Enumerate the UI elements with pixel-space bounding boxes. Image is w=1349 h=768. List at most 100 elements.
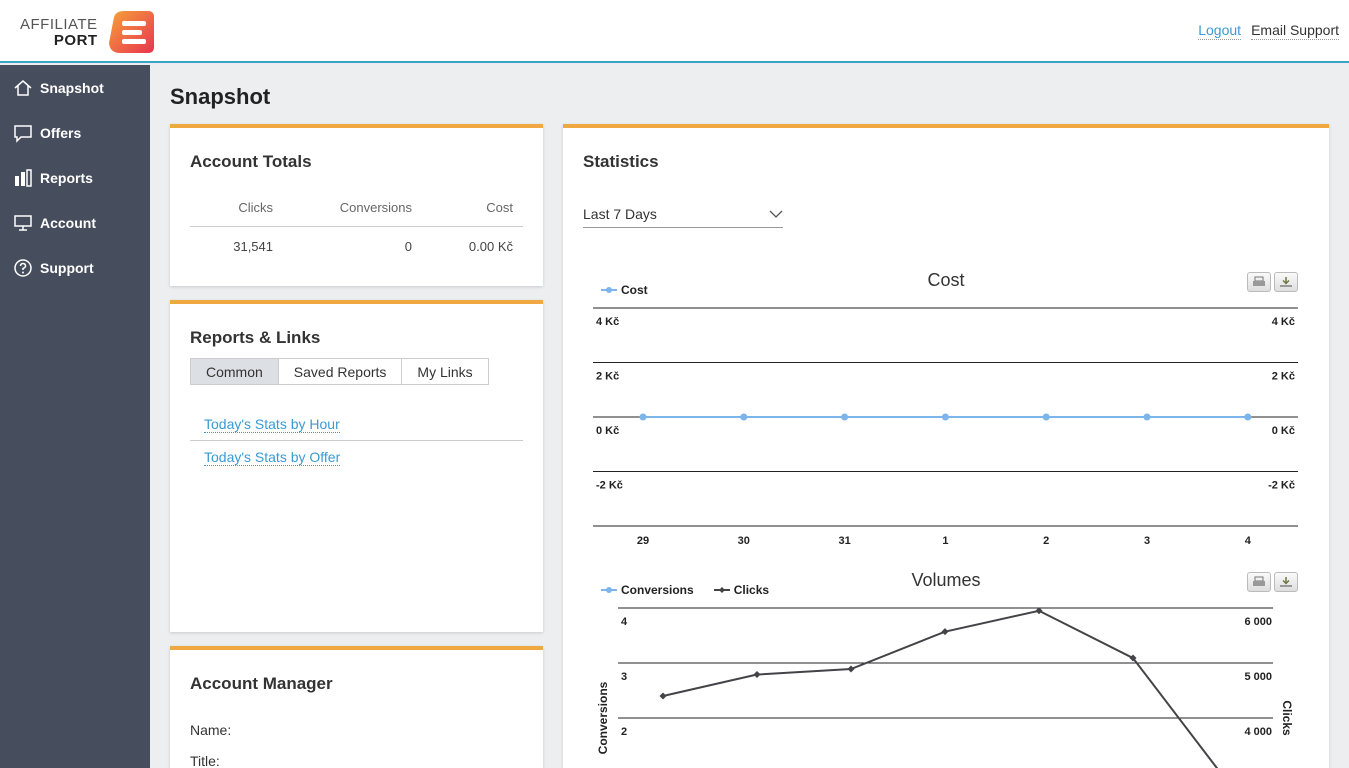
sidebar-item-label: Support [40, 259, 94, 276]
print-icon [1253, 276, 1265, 286]
print-chart-button[interactable] [1247, 572, 1271, 592]
column-header-conversions: Conversions [339, 200, 412, 215]
y-tick-label: -2 Kč [596, 480, 623, 492]
cost-chart-title: Cost [927, 270, 965, 290]
cost-data-point [841, 413, 849, 421]
download-icon [1280, 277, 1292, 287]
sidebar-item-label: Reports [40, 169, 93, 186]
y-tick-label-right: 4 Kč [1272, 316, 1295, 328]
account-totals-title: Account Totals [190, 152, 312, 171]
sidebar-nav: Snapshot Offers Reports Account Support [0, 65, 150, 768]
volumes-chart-legend: Conversions Clicks [601, 583, 783, 597]
page-title: Snapshot [170, 84, 271, 109]
clicks-data-point [753, 671, 761, 679]
volumes-chart: 4 3 2 6 000 5 000 4 000 Conversions Clicks [596, 607, 1294, 768]
legend-line-icon [713, 587, 730, 593]
y2-axis-label: Clicks [1280, 700, 1294, 736]
y2-tick-label: 5 000 [1244, 671, 1272, 683]
sidebar-item-account[interactable]: Account [0, 200, 150, 245]
cost-chart-legend: Cost [601, 283, 662, 297]
cost-data-point [1143, 413, 1151, 421]
logo-line2: PORT [53, 31, 98, 49]
tab-my-links[interactable]: My Links [401, 358, 489, 385]
help-icon [14, 258, 32, 277]
clicks-value: 31,541 [233, 238, 273, 254]
sidebar-item-support[interactable]: Support [0, 245, 150, 290]
header-links: Logout Email Support [1198, 22, 1339, 40]
cost-chart: 4 Kč 4 Kč2 Kč 2 Kč0 Kč 0 Kč-2 Kč -2 Kč29 30 31… [593, 307, 1298, 547]
y-tick-label: 4 [621, 616, 628, 628]
todays-stats-by-hour-link[interactable]: Today's Stats by Hour [204, 416, 340, 433]
sidebar-item-label: Offers [40, 124, 82, 141]
y-tick-label: 0 Kč [596, 425, 619, 437]
legend-item-clicks[interactable]: Clicks [713, 583, 770, 597]
legend-label: Cost [621, 283, 648, 297]
x-tick-label: 29 [637, 535, 649, 547]
clicks-data-point [847, 665, 855, 673]
conversions-value: 0 [404, 238, 412, 254]
print-icon [1253, 576, 1265, 586]
cost-value: 0.00 Kč [468, 238, 513, 254]
legend-label: Clicks [733, 583, 770, 597]
manager-name-label: Name: [190, 722, 232, 738]
date-range-select[interactable]: Last 7 Days [583, 200, 783, 228]
sidebar-item-offers[interactable]: Offers [0, 110, 150, 155]
cost-data-point [1042, 413, 1050, 421]
cost-data-point [941, 413, 949, 421]
download-icon [1280, 577, 1292, 587]
download-chart-button[interactable] [1274, 272, 1298, 292]
home-icon [14, 79, 32, 96]
tab-common[interactable]: Common [190, 358, 279, 385]
y2-tick-label: 6 000 [1244, 616, 1272, 628]
y-tick-label: 2 [621, 726, 627, 738]
sidebar-item-reports[interactable]: Reports [0, 155, 150, 200]
tab-saved-reports[interactable]: Saved Reports [277, 358, 403, 385]
column-header-clicks: Clicks [238, 200, 273, 215]
legend-item-conversions[interactable]: Conversions [601, 583, 694, 597]
table-header: Clicks Conversions Cost [190, 200, 523, 227]
logo-mark-icon [108, 11, 154, 53]
column-header-cost: Cost [486, 200, 513, 215]
x-tick-label: 1 [942, 535, 948, 547]
statistics-title: Statistics [583, 152, 659, 171]
legend-line-icon [601, 587, 617, 593]
affiliate-port-logo[interactable]: AFFILIATE PORT [20, 8, 156, 56]
clicks-data-point [659, 692, 667, 700]
list-item: Today's Stats by Offer [190, 441, 523, 474]
account-manager-card: Account Manager Name: Title: [170, 646, 543, 768]
account-manager-title: Account Manager [190, 674, 333, 693]
reports-tabs: Common Saved Reports My Links [190, 358, 489, 385]
legend-item-cost[interactable]: Cost [601, 283, 648, 297]
y-tick-label: 4 Kč [596, 316, 619, 328]
sidebar-item-label: Account [40, 214, 96, 231]
reports-links-card: Reports & Links Common Saved Reports My … [170, 300, 543, 632]
y-tick-label-right: -2 Kč [1268, 480, 1295, 492]
x-tick-label: 31 [838, 535, 850, 547]
todays-stats-by-offer-link[interactable]: Today's Stats by Offer [204, 449, 341, 466]
chat-icon [14, 124, 32, 143]
clicks-data-point [941, 628, 949, 636]
x-tick-label: 4 [1245, 535, 1252, 547]
top-header: AFFILIATE PORT Logout Email Support [0, 0, 1349, 63]
account-totals-card: Account Totals Clicks Conversions Cost 3… [170, 124, 543, 286]
y-tick-label: 2 Kč [596, 371, 619, 383]
y-axis-label: Conversions [596, 681, 610, 754]
reports-links-title: Reports & Links [190, 328, 321, 347]
logout-link[interactable]: Logout [1198, 22, 1242, 40]
chevron-down-icon [769, 210, 783, 218]
table-row: 31,541 0 0.00 Kč [190, 227, 523, 265]
list-item: Today's Stats by Hour [190, 408, 523, 441]
legend-label: Conversions [621, 583, 694, 597]
cost-data-point [1244, 413, 1252, 421]
sidebar-item-snapshot[interactable]: Snapshot [0, 65, 150, 110]
email-support-link[interactable]: Email Support [1251, 22, 1339, 40]
y-tick-label-right: 2 Kč [1272, 371, 1295, 383]
account-totals-table: Clicks Conversions Cost 31,541 0 0.00 Kč [190, 200, 523, 265]
cost-data-point [639, 413, 647, 421]
x-tick-label: 2 [1043, 535, 1049, 547]
legend-line-icon [601, 287, 617, 293]
download-chart-button[interactable] [1274, 572, 1298, 592]
manager-title-label: Title: [190, 753, 220, 768]
print-chart-button[interactable] [1247, 272, 1271, 292]
logo-line1: AFFILIATE [20, 15, 98, 33]
